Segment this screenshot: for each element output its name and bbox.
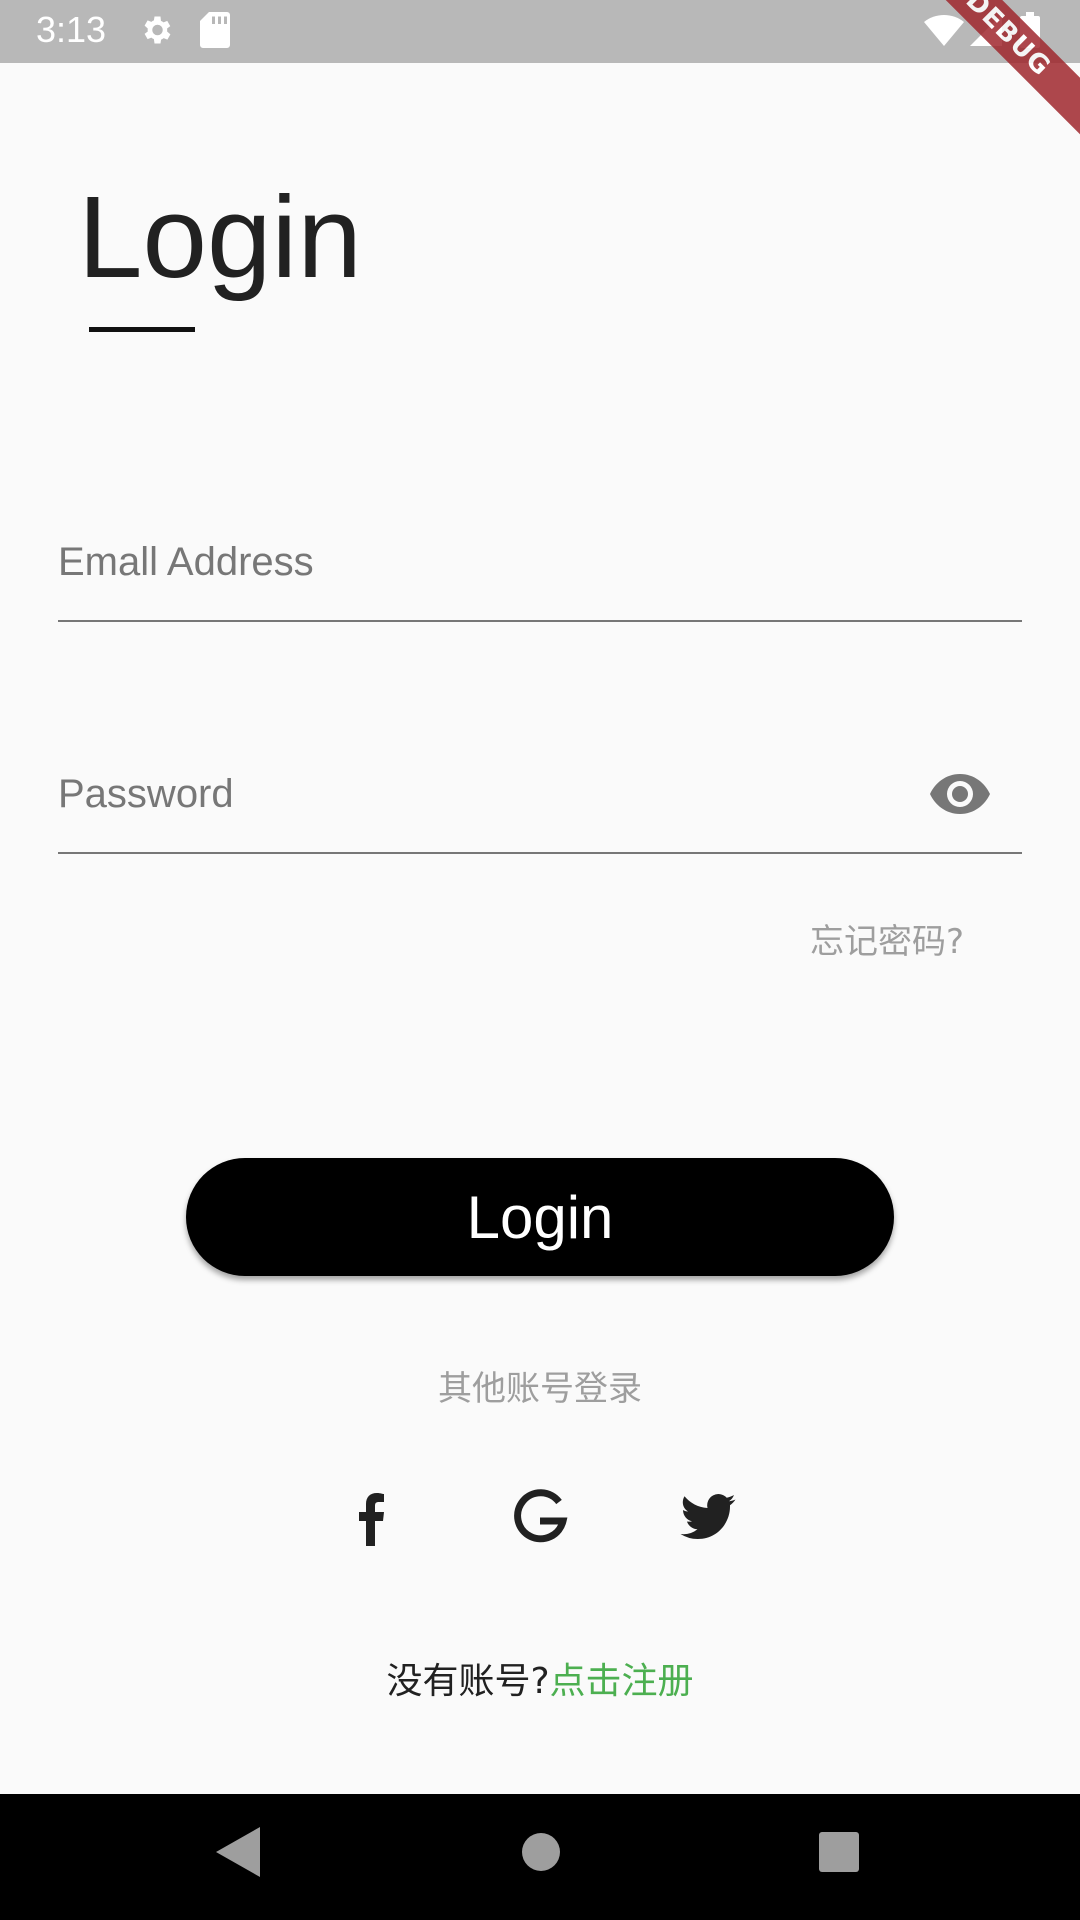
- login-button[interactable]: Login: [186, 1158, 894, 1276]
- twitter-icon[interactable]: [678, 1488, 738, 1548]
- status-bar: 3:13: [0, 0, 1080, 63]
- eye-icon[interactable]: [930, 774, 990, 818]
- password-placeholder: Password: [58, 772, 234, 816]
- title-underline: [89, 327, 195, 332]
- password-field[interactable]: Password: [58, 772, 1022, 854]
- email-placeholder: Emall Address: [58, 540, 314, 584]
- wifi-icon: [924, 14, 964, 50]
- other-login-label: 其他账号登录: [438, 1369, 642, 1409]
- back-icon[interactable]: [216, 1827, 260, 1881]
- signup-row: 没有账号?点击注册: [0, 1652, 1080, 1704]
- sd-card-icon: [200, 12, 230, 52]
- gear-icon: [138, 12, 174, 52]
- signup-prompt: 没有账号?: [386, 1661, 550, 1702]
- home-icon[interactable]: [518, 1827, 564, 1881]
- email-field[interactable]: Emall Address: [58, 540, 1022, 622]
- google-icon[interactable]: [510, 1488, 570, 1548]
- recents-icon[interactable]: [818, 1827, 860, 1881]
- facebook-icon[interactable]: [342, 1488, 402, 1548]
- page-title: Login: [78, 172, 362, 302]
- navigation-bar: [0, 1794, 1080, 1920]
- forgot-password-link[interactable]: 忘记密码?: [810, 914, 964, 963]
- status-time: 3:13: [36, 9, 107, 50]
- signup-link[interactable]: 点击注册: [550, 1661, 694, 1702]
